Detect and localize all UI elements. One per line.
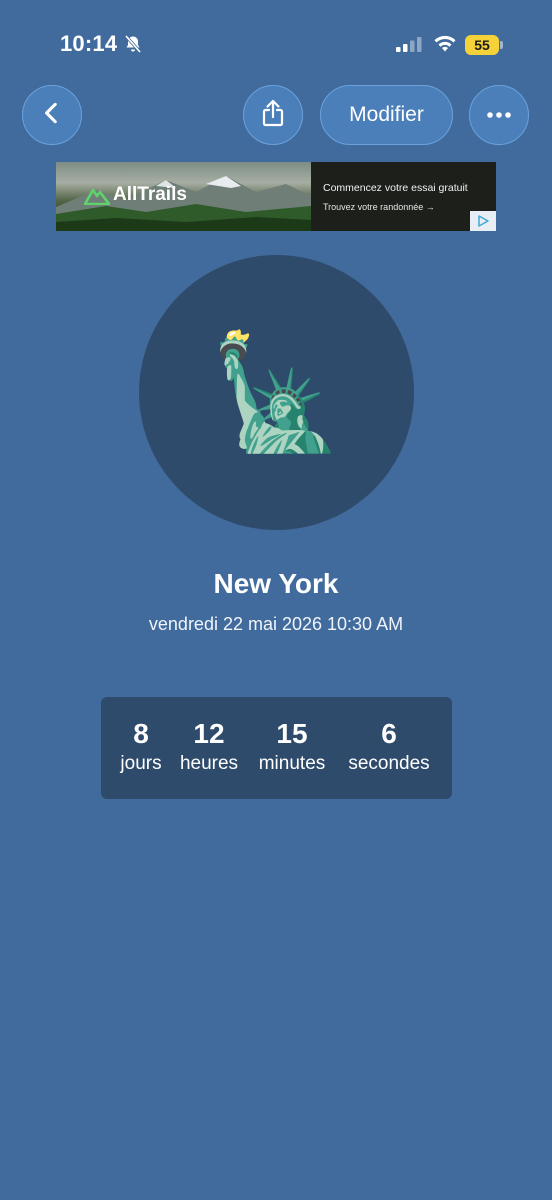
countdown-seconds-value: 6 xyxy=(381,718,397,749)
ad-choices-icon[interactable] xyxy=(470,211,496,231)
statue-of-liberty-icon: 🗽 xyxy=(208,328,345,457)
status-bar: 10:14 55 xyxy=(0,0,552,88)
countdown-hours: 12 heures xyxy=(173,717,245,777)
event-title: New York xyxy=(213,568,339,599)
battery-icon: 55 xyxy=(465,35,505,55)
countdown-hours-label: heures xyxy=(179,753,239,774)
countdown-seconds-label: secondes xyxy=(348,753,430,774)
countdown-hours-value: 12 xyxy=(193,718,225,749)
countdown-minutes-value: 15 xyxy=(276,718,308,749)
ad-brand-logo: AllTrails xyxy=(84,184,187,206)
signal-icon xyxy=(396,36,424,52)
back-button[interactable] xyxy=(22,85,82,145)
countdown-days-value: 8 xyxy=(133,718,149,749)
countdown-seconds: 6 secondes xyxy=(339,717,439,777)
status-time: 10:14 xyxy=(60,31,118,56)
ellipsis-icon xyxy=(485,106,513,124)
share-icon xyxy=(259,98,287,133)
countdown-panel: 8 jours 12 heures 15 minutes 6 secondes xyxy=(101,697,452,799)
event-date: vendredi 22 mai 2026 10:30 AM xyxy=(148,614,404,634)
more-button[interactable] xyxy=(469,85,529,145)
ad-banner[interactable]: AllTrails Commencez votre essai gratuit … xyxy=(56,162,496,231)
share-button[interactable] xyxy=(243,85,303,145)
chevron-left-icon xyxy=(39,100,65,131)
countdown-minutes: 15 minutes xyxy=(251,717,333,777)
wifi-icon xyxy=(433,33,457,53)
event-avatar: 🗽 xyxy=(139,255,414,530)
countdown-days: 8 jours xyxy=(115,717,167,777)
countdown-minutes-label: minutes xyxy=(258,753,326,774)
countdown-days-label: jours xyxy=(120,753,162,774)
ad-brand-name: AllTrails xyxy=(113,184,187,205)
edit-button[interactable]: Modifier xyxy=(320,85,453,145)
ad-subline: Trouvez votre randonnée → xyxy=(323,202,435,212)
ad-headline: Commencez votre essai gratuit xyxy=(323,182,468,194)
bell-slash-icon xyxy=(123,34,143,54)
battery-level: 55 xyxy=(465,35,499,55)
